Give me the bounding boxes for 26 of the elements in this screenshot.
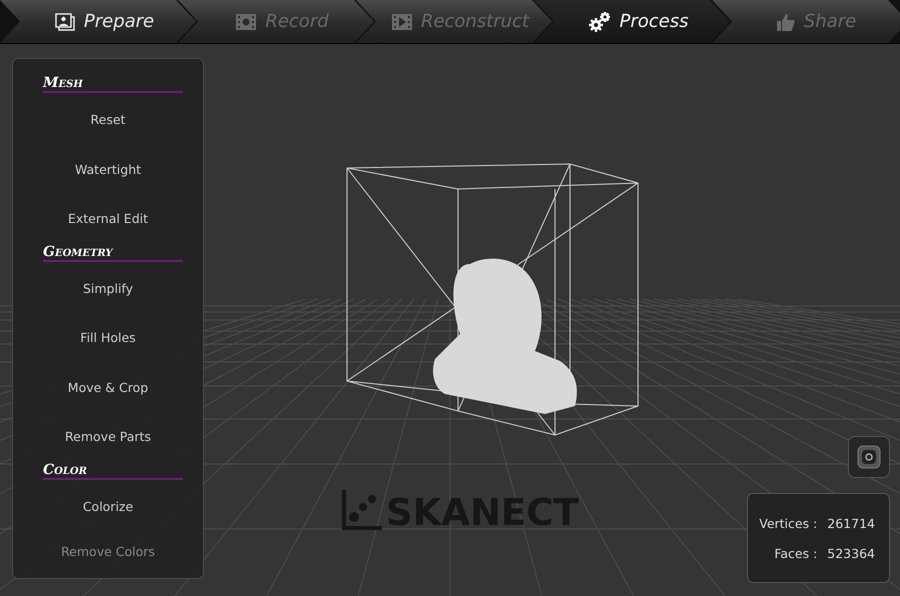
tool-button[interactable]: Fill Holes bbox=[13, 313, 203, 362]
section-heading: Color bbox=[43, 462, 183, 480]
tool-button[interactable]: External Edit bbox=[13, 194, 203, 244]
thumbs-up-icon bbox=[776, 12, 796, 32]
camera-button[interactable] bbox=[848, 436, 890, 478]
gears-icon bbox=[588, 10, 612, 32]
section-heading: Geometry bbox=[43, 244, 183, 262]
film-icon bbox=[235, 12, 258, 32]
logo-icon bbox=[342, 490, 382, 530]
tool-button[interactable]: Simplify bbox=[13, 264, 203, 313]
step-tab[interactable]: Process bbox=[534, 0, 730, 43]
stat-label: Vertices : bbox=[759, 516, 818, 530]
film-play-icon bbox=[390, 12, 413, 32]
tool-button[interactable]: Reset bbox=[13, 95, 203, 144]
tool-button[interactable]: Colorize bbox=[13, 482, 203, 531]
step-tab[interactable]: Prepare bbox=[0, 0, 196, 43]
photos-icon bbox=[54, 12, 76, 32]
tool-button[interactable]: Remove Colors bbox=[13, 531, 203, 565]
tool-button[interactable]: Move & Crop bbox=[13, 362, 203, 412]
tool-button[interactable]: Watertight bbox=[13, 144, 203, 194]
stat-value: 261714 bbox=[827, 516, 875, 530]
stat-value: 523364 bbox=[827, 546, 875, 560]
camera-icon bbox=[857, 445, 881, 469]
section-heading: Mesh bbox=[43, 75, 183, 93]
stat-label: Faces : bbox=[773, 546, 818, 560]
tool-button[interactable]: Remove Parts bbox=[13, 412, 203, 462]
